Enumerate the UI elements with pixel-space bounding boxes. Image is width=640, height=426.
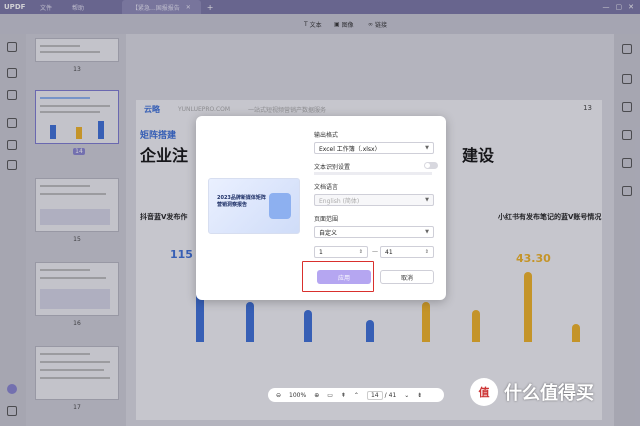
current-page-input[interactable]: 14 [366,390,383,400]
range-from-value: 1 [319,248,323,256]
watermark-logo: 值 [470,378,498,406]
chevron-down-icon: ▼ [425,197,429,203]
watermark-text: 什么值得买 [504,383,594,404]
stepper-icon[interactable]: ⇕ [425,249,429,255]
toggle-knob [425,163,430,168]
stepper-icon[interactable]: ⇕ [359,249,363,255]
document-language-label: 文档语言 [314,184,339,191]
page-navigation-bar: ⊖ 100% ⊕ ▭ ⇞ ⌃ 14 / 41 ⌄ ⇟ [268,388,444,402]
cover-illustration [269,193,291,219]
watermark: 值 什么值得买 [470,378,594,406]
page-range-value: 自定义 [319,229,338,237]
range-from-input[interactable]: 1 ⇕ [314,246,368,258]
total-pages: 41 [388,391,397,399]
output-format-value: Excel 工作簿（.xlsx） [319,145,381,153]
cancel-button[interactable]: 取消 [380,270,434,284]
page-range-select[interactable]: 自定义 ▼ [314,226,434,238]
document-cover-preview: 2023品牌新媒体矩阵营销洞察报告 [208,178,300,234]
page-range-label: 页面范围 [314,216,339,223]
range-separator: — [372,248,378,255]
range-to-value: 41 [385,248,393,256]
first-page-icon[interactable]: ⇞ [341,392,346,399]
zoom-in-icon[interactable]: ⊕ [314,392,319,399]
output-format-label: 输出格式 [314,132,339,139]
output-format-select[interactable]: Excel 工作簿（.xlsx） ▼ [314,142,434,154]
range-to-input[interactable]: 41 ⇕ [380,246,434,258]
zoom-out-icon[interactable]: ⊖ [276,392,281,399]
ocr-toggle[interactable] [424,162,438,169]
previous-page-icon[interactable]: ⌃ [354,392,359,399]
zoom-level[interactable]: 100% [289,392,306,399]
cover-title: 2023品牌新媒体矩阵营销洞察报告 [217,195,266,208]
chevron-down-icon: ▼ [425,229,429,235]
last-page-icon[interactable]: ⇟ [417,392,422,399]
chevron-down-icon: ▼ [425,145,429,151]
ocr-hint [314,172,432,175]
document-language-select[interactable]: English (简体) ▼ [314,194,434,206]
ocr-settings-label: 文本识别设置 [314,164,351,171]
fit-page-icon[interactable]: ▭ [327,392,333,399]
next-page-icon[interactable]: ⌄ [404,392,409,399]
highlight-annotation [302,261,374,292]
document-language-value: English (简体) [319,197,360,205]
page-separator: / [384,391,387,399]
